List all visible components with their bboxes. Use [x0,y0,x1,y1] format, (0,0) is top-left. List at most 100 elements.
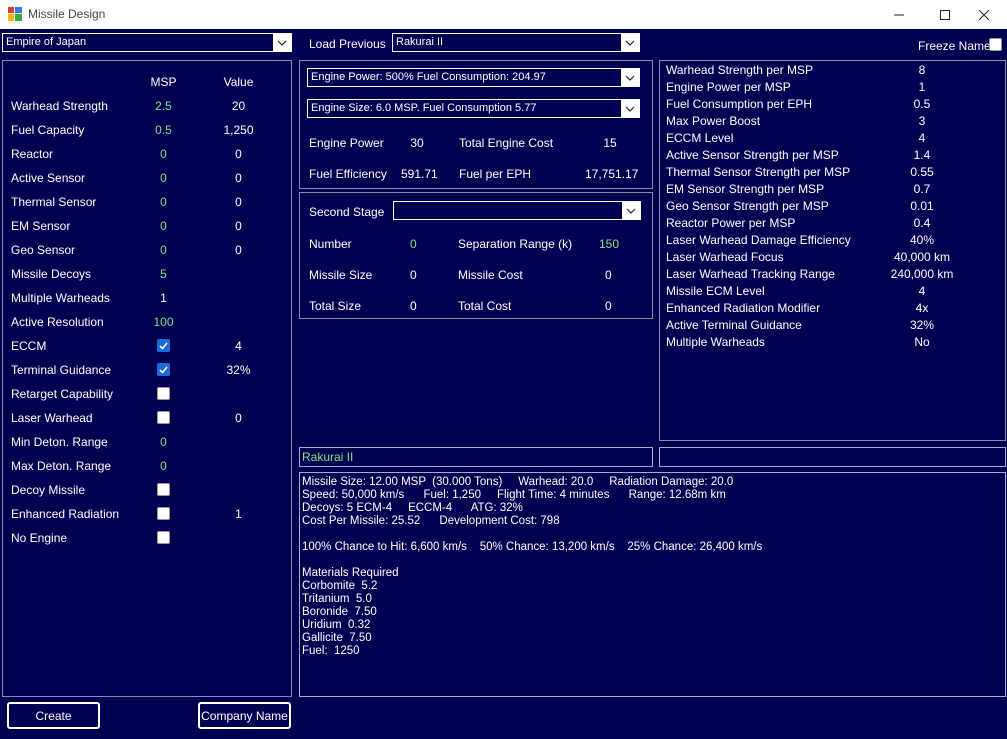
component-msp-input[interactable]: 0 [141,147,186,161]
component-label: Reactor [11,147,54,161]
tech-value: 1 [918,80,926,94]
window-title: Missile Design [28,7,106,21]
checkmark-icon [159,342,168,350]
company-name-button[interactable]: Company Name [198,702,291,729]
total-size-value: 0 [410,299,417,313]
component-value: 1,250 [223,123,254,137]
component-msp-input[interactable]: 0 [141,243,186,257]
component-checkbox[interactable] [157,363,170,376]
tech-label: Laser Warhead Damage Efficiency [666,233,851,247]
component-msp-input[interactable]: 0 [141,459,186,473]
engine-power-value: 30 [410,136,424,150]
tech-label: Engine Power per MSP [666,80,791,94]
close-button[interactable] [961,0,1007,29]
load-previous-label: Load Previous [309,37,386,51]
tech-value: 4x [915,301,929,315]
component-value: 0 [235,411,242,425]
fuel-efficiency-label: Fuel Efficiency [309,167,387,181]
freeze-name-checkbox[interactable] [989,38,1002,51]
app-icon [8,7,22,21]
component-msp-input[interactable]: 2.5 [141,99,186,113]
component-checkbox[interactable] [157,483,170,496]
component-label: Active Resolution [11,315,104,329]
component-msp-input[interactable]: 0 [141,435,186,449]
component-label: Warhead Strength [11,99,108,113]
separation-range-value[interactable]: 150 [599,237,619,251]
maximize-icon [940,9,950,20]
component-label: Decoy Missile [11,483,86,497]
tech-value: 0.5 [913,97,931,111]
tech-label: Laser Warhead Focus [666,250,784,264]
component-msp-input[interactable]: 0 [141,195,186,209]
component-label: Fuel Capacity [11,123,85,137]
tech-value: 4 [918,131,926,145]
component-value: 0 [235,171,242,185]
load-previous-select[interactable]: Rakurai II [392,33,640,52]
component-label: Active Sensor [11,171,86,185]
component-msp-input[interactable]: 0 [141,219,186,233]
component-checkbox[interactable] [157,531,170,544]
component-msp-input[interactable]: 1 [141,291,186,305]
create-button[interactable]: Create [7,702,100,729]
summary-line: Cost Per Missile: 25.52 Development Cost… [302,515,560,527]
component-value: 0 [235,195,242,209]
tech-label: Reactor Power per MSP [666,216,796,230]
tech-label: Max Power Boost [666,114,761,128]
component-label: Max Deton. Range [11,459,112,473]
tech-label: Multiple Warheads [666,335,765,349]
component-checkbox[interactable] [157,411,170,424]
tech-value: 1.4 [913,148,931,162]
second-stage-label: Second Stage [309,205,385,219]
summary-line: Gallicite 7.50 [302,632,372,644]
component-checkbox[interactable] [157,507,170,520]
component-msp-input[interactable]: 0 [141,171,186,185]
component-label: No Engine [11,531,68,545]
empire-select-value: Empire of Japan [6,36,87,48]
total-cost-value: 0 [605,299,612,313]
title-bar: Missile Design [0,0,1007,29]
number-label: Number [309,237,352,251]
tech-value: 32% [909,318,935,332]
checkmark-icon [159,366,168,374]
empire-select[interactable]: Empire of Japan [2,33,292,52]
component-msp-input[interactable]: 5 [141,267,186,281]
second-stage-panel: Second Stage Number 0 Separation Range (… [299,192,653,319]
total-engine-cost-label: Total Engine Cost [459,136,554,150]
component-msp-input[interactable]: 100 [141,315,186,329]
component-value: 0 [235,243,242,257]
tech-value: 0.55 [910,165,934,179]
component-label: Missile Decoys [11,267,92,281]
component-checkbox[interactable] [157,387,170,400]
tech-label: Laser Warhead Tracking Range [666,267,835,281]
missile-name-field[interactable]: Rakurai II [299,447,653,467]
tech-label: Enhanced Radiation Modifier [666,301,821,315]
tech-label: Warhead Strength per MSP [666,63,813,77]
component-label: ECCM [11,339,47,353]
component-checkbox[interactable] [157,339,170,352]
tech-value: 0.4 [913,216,931,230]
second-stage-select[interactable] [393,201,641,220]
missile-size-value: 0 [410,268,417,282]
component-msp-input[interactable]: 0.5 [141,123,186,137]
tech-value: 240,000 km [890,267,954,281]
engine-size-select[interactable]: Engine Size: 6.0 MSP. Fuel Consumption 5… [307,99,640,118]
tech-value: 0.01 [910,199,934,213]
component-label: Terminal Guidance [11,363,112,377]
component-value: 20 [231,99,246,113]
component-label: Multiple Warheads [11,291,110,305]
number-value[interactable]: 0 [410,237,417,251]
minimize-button[interactable] [876,0,922,29]
tech-label: Fuel Consumption per EPH [666,97,813,111]
component-value: 4 [235,339,242,353]
tech-label: Geo Sensor Strength per MSP [666,199,829,213]
secondary-name-field[interactable] [659,447,1006,467]
summary-line: 100% Chance to Hit: 6,600 km/s 50% Chanc… [302,541,763,553]
engine-size-select-value: Engine Size: 6.0 MSP. Fuel Consumption 5… [311,102,537,114]
engine-power-select[interactable]: Engine Power: 500% Fuel Consumption: 204… [307,68,640,87]
summary-line: Tritanium 5.0 [302,593,372,605]
summary-line: Corbomite 5.2 [302,580,378,592]
total-size-label: Total Size [309,299,362,313]
tech-label: Active Terminal Guidance [666,318,802,332]
component-label: Enhanced Radiation [11,507,120,521]
freeze-name-label: Freeze Name [918,39,991,53]
